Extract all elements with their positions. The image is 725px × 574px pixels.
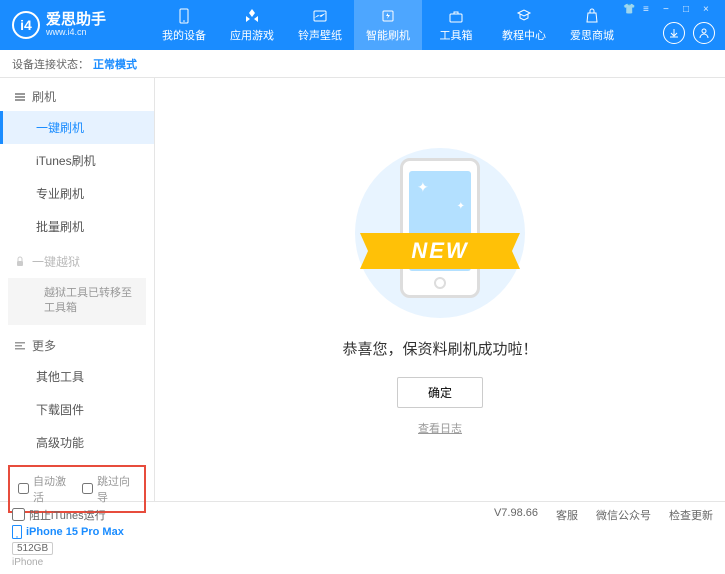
menu-icon[interactable]: ≡ (643, 4, 657, 18)
device-info: iPhone 15 Pro Max 512GB iPhone (0, 519, 154, 574)
tutorial-icon (515, 7, 533, 25)
download-button[interactable] (663, 22, 685, 44)
status-bar: 设备连接状态： 正常模式 (0, 50, 725, 78)
sidebar-section-jailbreak: 一键越狱 (0, 243, 154, 276)
minimize-icon[interactable]: − (663, 4, 677, 18)
titlebar: i4 爱思助手 www.i4.cn 我的设备 应用游戏 铃声壁纸 智能刷机 工具… (0, 0, 725, 50)
check-block-itunes[interactable]: 阻止iTunes运行 (12, 507, 106, 523)
sidebar-jailbreak-note: 越狱工具已转移至工具箱 (8, 278, 146, 325)
nav-ringtones[interactable]: 铃声壁纸 (286, 0, 354, 50)
store-icon (583, 7, 601, 25)
view-log-link[interactable]: 查看日志 (418, 420, 462, 436)
status-label: 设备连接状态： (12, 56, 89, 72)
sidebar-section-more[interactable]: 更多 (0, 327, 154, 360)
toolbox-icon (447, 7, 465, 25)
app-subtitle: www.i4.cn (46, 28, 106, 38)
app-title: 爱思助手 (46, 12, 106, 29)
user-button[interactable] (693, 22, 715, 44)
sidebar-item-itunes-flash[interactable]: iTunes刷机 (0, 144, 154, 177)
list-icon (14, 91, 26, 103)
nav-my-device[interactable]: 我的设备 (150, 0, 218, 50)
check-auto-activate[interactable]: 自动激活 (18, 473, 72, 505)
main-nav: 我的设备 应用游戏 铃声壁纸 智能刷机 工具箱 教程中心 爱思商城 (150, 0, 626, 50)
sidebar-item-pro-flash[interactable]: 专业刷机 (0, 177, 154, 210)
version-label: V7.98.66 (494, 507, 538, 523)
phone-icon (175, 7, 193, 25)
sidebar-item-other-tools[interactable]: 其他工具 (0, 360, 154, 393)
wallpaper-icon (311, 7, 329, 25)
new-ribbon: NEW (360, 233, 520, 269)
window-controls: 👕 ≡ − □ × (615, 0, 725, 22)
close-icon[interactable]: × (703, 4, 717, 18)
ok-button[interactable]: 确定 (397, 377, 483, 408)
sidebar-item-oneclick-flash[interactable]: 一键刷机 (0, 111, 154, 144)
sidebar: 刷机 一键刷机 iTunes刷机 专业刷机 批量刷机 一键越狱 越狱工具已转移至… (0, 78, 155, 501)
success-message: 恭喜您，保资料刷机成功啦！ (342, 338, 537, 359)
check-skip-guide[interactable]: 跳过向导 (82, 473, 136, 505)
footer-link-update[interactable]: 检查更新 (669, 507, 713, 523)
nav-apps-games[interactable]: 应用游戏 (218, 0, 286, 50)
sidebar-item-advanced[interactable]: 高级功能 (0, 426, 154, 459)
app-icon (243, 7, 261, 25)
nav-toolbox[interactable]: 工具箱 (422, 0, 490, 50)
more-icon (14, 339, 26, 351)
sidebar-item-download-firmware[interactable]: 下载固件 (0, 393, 154, 426)
sidebar-section-flash[interactable]: 刷机 (0, 78, 154, 111)
device-storage: 512GB (12, 542, 53, 555)
nav-smart-flash[interactable]: 智能刷机 (354, 0, 422, 50)
status-value: 正常模式 (93, 56, 137, 72)
sidebar-item-batch-flash[interactable]: 批量刷机 (0, 210, 154, 243)
app-logo: i4 爱思助手 www.i4.cn (0, 11, 150, 39)
lock-icon (14, 256, 26, 268)
device-type: iPhone (12, 557, 142, 568)
footer-link-support[interactable]: 客服 (556, 507, 578, 523)
maximize-icon[interactable]: □ (683, 4, 697, 18)
skin-icon[interactable]: 👕 (623, 4, 637, 18)
flash-icon (379, 7, 397, 25)
logo-icon: i4 (12, 11, 40, 39)
success-illustration: ✦ ✦ NEW (350, 143, 530, 323)
nav-tutorials[interactable]: 教程中心 (490, 0, 558, 50)
main-content: ✦ ✦ NEW 恭喜您，保资料刷机成功啦！ 确定 查看日志 (155, 78, 725, 501)
footer-link-wechat[interactable]: 微信公众号 (596, 507, 651, 523)
